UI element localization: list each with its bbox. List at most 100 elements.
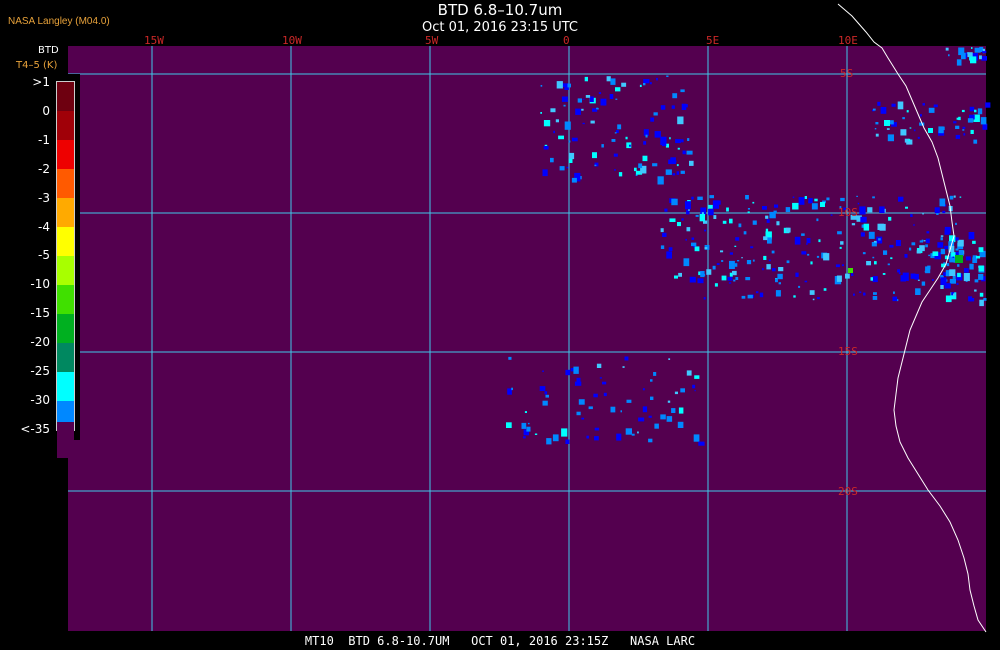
legend-label: -10	[30, 277, 50, 292]
cloud-pixel	[685, 201, 691, 210]
cloud-pixel	[527, 422, 530, 425]
cloud-pixel	[665, 169, 672, 175]
cloud-pixel	[765, 215, 769, 219]
cloud-pixel	[680, 388, 685, 393]
cloud-pixel	[944, 245, 949, 250]
cloud-pixel	[681, 139, 684, 143]
cloud-pixel	[703, 297, 706, 300]
cloud-pixel	[841, 264, 844, 267]
cloud-pixel	[523, 436, 526, 439]
cloud-pixel	[666, 251, 672, 259]
legend-label: -1	[38, 132, 50, 147]
grid-label-lat-5s: 5S	[840, 67, 854, 80]
cloud-pixel	[752, 259, 755, 262]
cloud-pixel	[872, 196, 875, 199]
cloud-pixel	[959, 196, 962, 198]
cloud-pixel	[976, 255, 981, 259]
map-overlay	[68, 3, 991, 633]
cloud-pixel	[576, 377, 581, 383]
cloud-pixel	[904, 254, 908, 258]
cloud-pixel	[652, 163, 658, 167]
cloud-pixels	[506, 46, 991, 446]
cloud-pixel	[706, 269, 712, 275]
cloud-pixel	[653, 372, 657, 376]
cloud-pixel	[957, 239, 964, 247]
cloud-pixel	[816, 255, 820, 258]
cloud-pixel	[877, 223, 884, 230]
cloud-pixel	[974, 47, 981, 53]
cloud-pixel	[871, 242, 877, 247]
cloud-pixel	[745, 195, 749, 200]
cloud-pixel	[925, 266, 931, 274]
cloud-pixel	[686, 150, 693, 155]
cloud-pixel	[823, 288, 827, 291]
cloud-pixel	[778, 282, 781, 285]
cloud-pixel	[898, 196, 904, 202]
cloud-pixel	[542, 370, 544, 372]
coastline	[837, 3, 987, 633]
cloud-pixel	[596, 363, 602, 368]
cloud-pixel	[906, 110, 909, 113]
cloud-pixel	[798, 197, 805, 205]
cloud-pixel	[720, 250, 724, 253]
cloud-pixel	[762, 206, 767, 210]
cloud-pixel	[845, 273, 850, 279]
cloud-pixel	[879, 206, 885, 213]
cloud-pixel	[835, 264, 840, 268]
cloud-pixel	[672, 173, 676, 176]
cloud-pixel	[961, 52, 966, 60]
cloud-pixel	[963, 133, 966, 136]
cloud-pixel	[613, 153, 618, 157]
cloud-pixel	[648, 415, 652, 418]
cloud-pixel	[654, 131, 661, 138]
cloud-pixel	[872, 256, 875, 259]
cloud-pixel	[594, 436, 599, 441]
cloud-pixel	[716, 263, 720, 265]
grid-label-lat-15s: 15S	[838, 345, 858, 358]
cloud-pixel	[953, 121, 957, 124]
cloud-pixel	[955, 237, 959, 241]
cloud-pixel	[678, 272, 682, 277]
cloud-pixel	[653, 112, 658, 116]
cloud-pixel	[948, 54, 950, 57]
cloud-pixel	[763, 255, 767, 260]
cloud-pixel	[932, 251, 939, 256]
cloud-pixel	[747, 208, 750, 210]
cloud-pixel	[667, 400, 671, 403]
cloud-pixel	[721, 260, 724, 262]
cloud-pixel	[666, 75, 669, 77]
cloud-pixel	[919, 240, 924, 243]
cloud-pixel	[957, 272, 961, 278]
cloud-pixel	[840, 197, 845, 202]
cloud-pixel	[981, 56, 987, 61]
cloud-pixel	[875, 122, 879, 125]
cloud-pixel	[793, 295, 796, 298]
cloud-pixel	[599, 377, 602, 379]
cloud-pixel	[738, 223, 742, 228]
cloud-pixel	[812, 298, 815, 301]
legend-label: -5	[38, 248, 50, 263]
cloud-pixel	[594, 427, 600, 431]
cloud-pixel	[558, 135, 564, 140]
cloud-pixel	[972, 240, 976, 244]
cloud-pixel	[581, 108, 584, 111]
cloud-pixel	[962, 129, 965, 131]
cloud-pixel	[675, 139, 681, 144]
cloud-pixel	[775, 278, 778, 283]
cloud-pixel	[891, 103, 896, 107]
cloud-pixel	[923, 240, 926, 242]
cloud-pixel	[823, 253, 830, 261]
cloud-pixel	[945, 295, 952, 303]
cloud-pixel	[556, 81, 563, 89]
cloud-pixel	[870, 277, 873, 281]
cloud-pixel	[681, 218, 684, 221]
cloud-pixel	[594, 164, 597, 167]
cloud-pixel	[625, 428, 632, 435]
cloud-pixel	[689, 276, 696, 283]
cloud-pixel	[540, 85, 543, 87]
cloud-pixel	[910, 214, 913, 217]
cloud-pixel	[925, 238, 930, 244]
cloud-pixel	[524, 411, 527, 413]
cloud-pixel	[708, 209, 714, 216]
cloud-pixel	[676, 164, 679, 167]
